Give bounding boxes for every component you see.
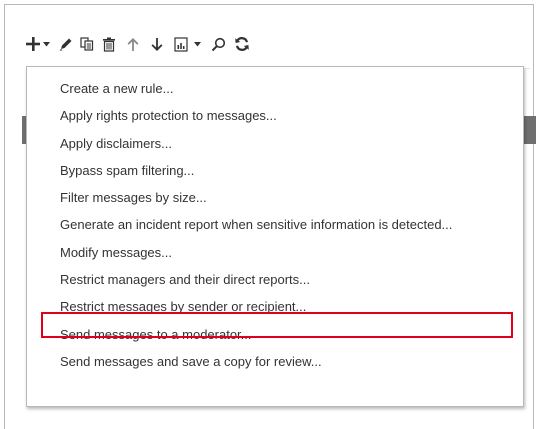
menu-item-send-and-save-copy[interactable]: Send messages and save a copy for review… — [27, 348, 523, 375]
copy-button[interactable] — [80, 32, 94, 56]
menu-item-apply-rights-protection[interactable]: Apply rights protection to messages... — [27, 102, 523, 129]
dropdown-caret-icon — [194, 41, 201, 47]
report-icon — [174, 36, 188, 52]
move-up-arrow-icon — [126, 37, 140, 52]
move-down-button[interactable] — [150, 32, 164, 56]
new-rule-dropdown-menu: Create a new rule... Apply rights protec… — [26, 66, 524, 407]
report-button[interactable] — [174, 32, 201, 56]
menu-item-filter-by-size[interactable]: Filter messages by size... — [27, 184, 523, 211]
search-icon — [211, 37, 226, 52]
move-down-arrow-icon — [150, 37, 164, 52]
edit-pencil-icon — [58, 36, 74, 52]
move-up-button[interactable] — [126, 32, 140, 56]
menu-item-modify-messages[interactable]: Modify messages... — [27, 239, 523, 266]
refresh-icon — [234, 36, 250, 52]
edit-button[interactable] — [58, 32, 74, 56]
menu-item-restrict-sender-recipient[interactable]: Restrict messages by sender or recipient… — [27, 293, 523, 320]
menu-item-create-new-rule[interactable]: Create a new rule... — [27, 75, 523, 102]
dropdown-caret-icon — [43, 41, 50, 47]
delete-button[interactable] — [102, 32, 116, 56]
menu-item-apply-disclaimers[interactable]: Apply disclaimers... — [27, 130, 523, 157]
menu-item-restrict-managers[interactable]: Restrict managers and their direct repor… — [27, 266, 523, 293]
refresh-button[interactable] — [234, 32, 250, 56]
delete-trash-icon — [102, 37, 116, 52]
menu-item-bypass-spam-filtering[interactable]: Bypass spam filtering... — [27, 157, 523, 184]
menu-item-send-to-moderator[interactable]: Send messages to a moderator... — [27, 321, 523, 348]
toolbar — [25, 32, 254, 56]
new-rule-button[interactable] — [25, 32, 50, 56]
search-button[interactable] — [211, 32, 226, 56]
menu-item-generate-incident-report[interactable]: Generate an incident report when sensiti… — [27, 211, 523, 238]
add-icon — [25, 36, 41, 52]
copy-icon — [80, 37, 94, 51]
